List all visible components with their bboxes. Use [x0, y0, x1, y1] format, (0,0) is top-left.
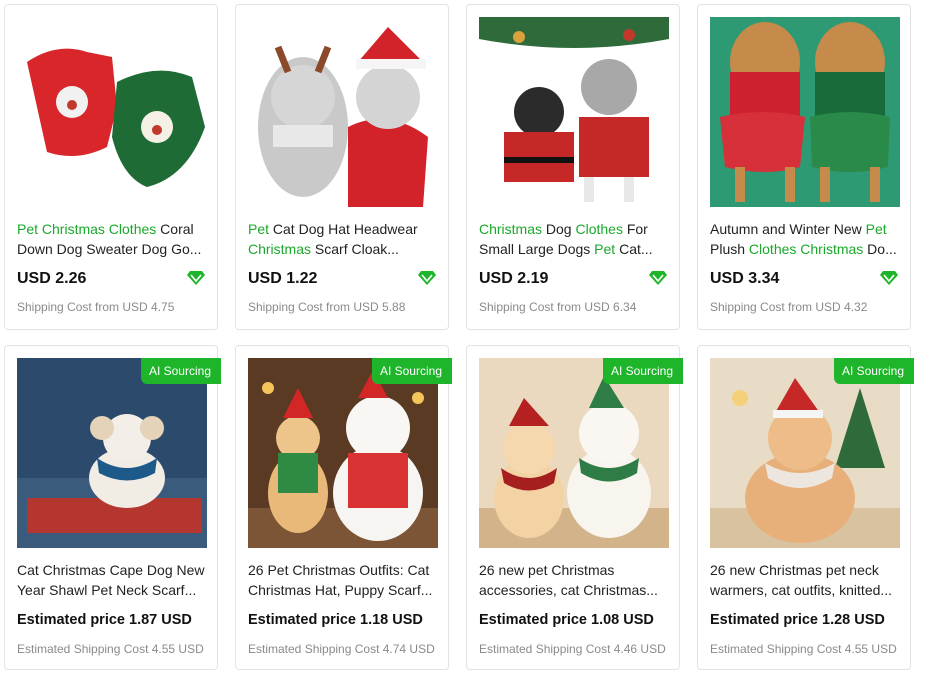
shipping-cost: Estimated Shipping Cost 4.46 USD [479, 642, 666, 656]
title-text: Cat... [615, 241, 653, 257]
title-line: 26 Pet Christmas Outfits: Cat [248, 560, 438, 580]
product-price: USD 2.19 [479, 270, 549, 287]
ai-sourcing-badge: AI Sourcing [140, 358, 221, 384]
ai-sourcing-badge: AI Sourcing [371, 358, 452, 384]
product-title[interactable]: 26 new Christmas pet neck warmers, cat o… [710, 560, 900, 600]
shipping-cost: Estimated Shipping Cost 4.55 USD [17, 642, 204, 656]
product-title[interactable]: Pet Christmas Clothes Coral Down Dog Swe… [17, 219, 207, 259]
title-text: 26 Pet Christmas Outfits: Cat [248, 562, 430, 578]
shipping-cost: Shipping Cost from USD 6.34 [479, 300, 637, 314]
product-title[interactable]: 26 new pet Christmas accessories, cat Ch… [479, 560, 669, 600]
product-card[interactable]: AI Sourcing 26 Pet Christmas Outfits: Ca… [235, 345, 452, 670]
title-line: Year Shawl Pet Neck Scarf... [17, 580, 207, 600]
product-card[interactable]: AI Sourcing 26 new pet Christmas accesso… [466, 345, 683, 670]
diamond-icon [187, 271, 205, 285]
product-card[interactable]: Pet Christmas Clothes Coral Down Dog Swe… [4, 4, 218, 330]
title-text: Christmas Hat, Puppy Scarf... [248, 582, 433, 598]
title-line: accessories, cat Christmas... [479, 580, 669, 600]
keyword-highlight: Pet Christmas Clothes [17, 221, 157, 237]
title-line: 26 new Christmas pet neck [710, 560, 900, 580]
title-text: 26 new pet Christmas [479, 562, 615, 578]
product-price: Estimated price 1.87 USD [17, 612, 192, 628]
title-text: Autumn and Winter New [710, 221, 866, 237]
title-line: Down Dog Sweater Dog Go... [17, 239, 207, 259]
keyword-highlight: Clothes Christmas [748, 241, 864, 257]
product-image[interactable] [17, 17, 207, 207]
product-image[interactable] [248, 358, 438, 548]
title-text: accessories, cat Christmas... [479, 582, 658, 598]
product-card[interactable]: AI Sourcing Cat Christmas Cape Dog New Y… [4, 345, 221, 670]
keyword-highlight: Pet [865, 221, 887, 237]
title-text: Scarf Cloak... [311, 241, 399, 257]
keyword-highlight: Pet [248, 221, 270, 237]
shipping-cost: Shipping Cost from USD 4.75 [17, 300, 175, 314]
product-card[interactable]: AI Sourcing 26 new Christmas pet neck wa… [697, 345, 914, 670]
title-text: 26 new Christmas pet neck [710, 562, 879, 578]
product-card[interactable]: Christmas Dog Clothes For Small Large Do… [466, 4, 680, 330]
product-price: Estimated price 1.18 USD [248, 612, 423, 628]
product-price: USD 2.26 [17, 270, 87, 287]
title-text: Cat Christmas Cape Dog New [17, 562, 205, 578]
product-price: USD 1.22 [248, 270, 318, 287]
product-title[interactable]: Pet Cat Dog Hat Headwear Christmas Scarf… [248, 219, 438, 259]
product-image[interactable] [710, 358, 900, 548]
product-image[interactable] [710, 17, 900, 207]
product-title[interactable]: Cat Christmas Cape Dog New Year Shawl Pe… [17, 560, 207, 600]
product-card[interactable]: Autumn and Winter New Pet Plush Clothes … [697, 4, 911, 330]
title-text: Do... [863, 241, 897, 257]
title-text: Cat Dog Hat Headwear [269, 221, 418, 237]
title-line: Plush Clothes Christmas Do... [710, 239, 900, 259]
product-title[interactable]: Christmas Dog Clothes For Small Large Do… [479, 219, 669, 259]
product-image[interactable] [479, 17, 669, 207]
title-line: Cat Christmas Cape Dog New [17, 560, 207, 580]
product-image[interactable] [17, 358, 207, 548]
keyword-highlight: Christmas [248, 241, 312, 257]
keyword-highlight: Pet [594, 241, 616, 257]
diamond-icon [880, 271, 898, 285]
shipping-cost: Estimated Shipping Cost 4.55 USD [710, 642, 897, 656]
title-text: Plush [710, 241, 749, 257]
title-line: Pet Cat Dog Hat Headwear [248, 219, 438, 239]
title-line: Christmas Scarf Cloak... [248, 239, 438, 259]
title-text: For [622, 221, 648, 237]
product-title[interactable]: 26 Pet Christmas Outfits: Cat Christmas … [248, 560, 438, 600]
shipping-cost: Shipping Cost from USD 4.32 [710, 300, 868, 314]
title-line: Autumn and Winter New Pet [710, 219, 900, 239]
title-line: 26 new pet Christmas [479, 560, 669, 580]
diamond-icon [418, 271, 436, 285]
product-price: Estimated price 1.08 USD [479, 612, 654, 628]
title-line: Christmas Dog Clothes For [479, 219, 669, 239]
ai-sourcing-badge: AI Sourcing [833, 358, 914, 384]
diamond-icon [649, 271, 667, 285]
keyword-highlight: Clothes [575, 221, 623, 237]
shipping-cost: Shipping Cost from USD 5.88 [248, 300, 406, 314]
product-title[interactable]: Autumn and Winter New Pet Plush Clothes … [710, 219, 900, 259]
title-text: Coral [156, 221, 194, 237]
product-grid: Pet Christmas Clothes Coral Down Dog Swe… [0, 0, 926, 680]
title-line: warmers, cat outfits, knitted... [710, 580, 900, 600]
title-text: Year Shawl Pet Neck Scarf... [17, 582, 197, 598]
title-text: Dog [542, 221, 576, 237]
product-image[interactable] [479, 358, 669, 548]
keyword-highlight: Christmas [479, 221, 543, 237]
title-line: Christmas Hat, Puppy Scarf... [248, 580, 438, 600]
shipping-cost: Estimated Shipping Cost 4.74 USD [248, 642, 435, 656]
product-price: Estimated price 1.28 USD [710, 612, 885, 628]
title-line: Pet Christmas Clothes Coral [17, 219, 207, 239]
title-line: Small Large Dogs Pet Cat... [479, 239, 669, 259]
product-image[interactable] [248, 17, 438, 207]
title-text: Small Large Dogs [479, 241, 595, 257]
ai-sourcing-badge: AI Sourcing [602, 358, 683, 384]
title-text: warmers, cat outfits, knitted... [710, 582, 893, 598]
title-text: Down Dog Sweater Dog Go... [17, 241, 202, 257]
product-card[interactable]: Pet Cat Dog Hat Headwear Christmas Scarf… [235, 4, 449, 330]
product-price: USD 3.34 [710, 270, 780, 287]
